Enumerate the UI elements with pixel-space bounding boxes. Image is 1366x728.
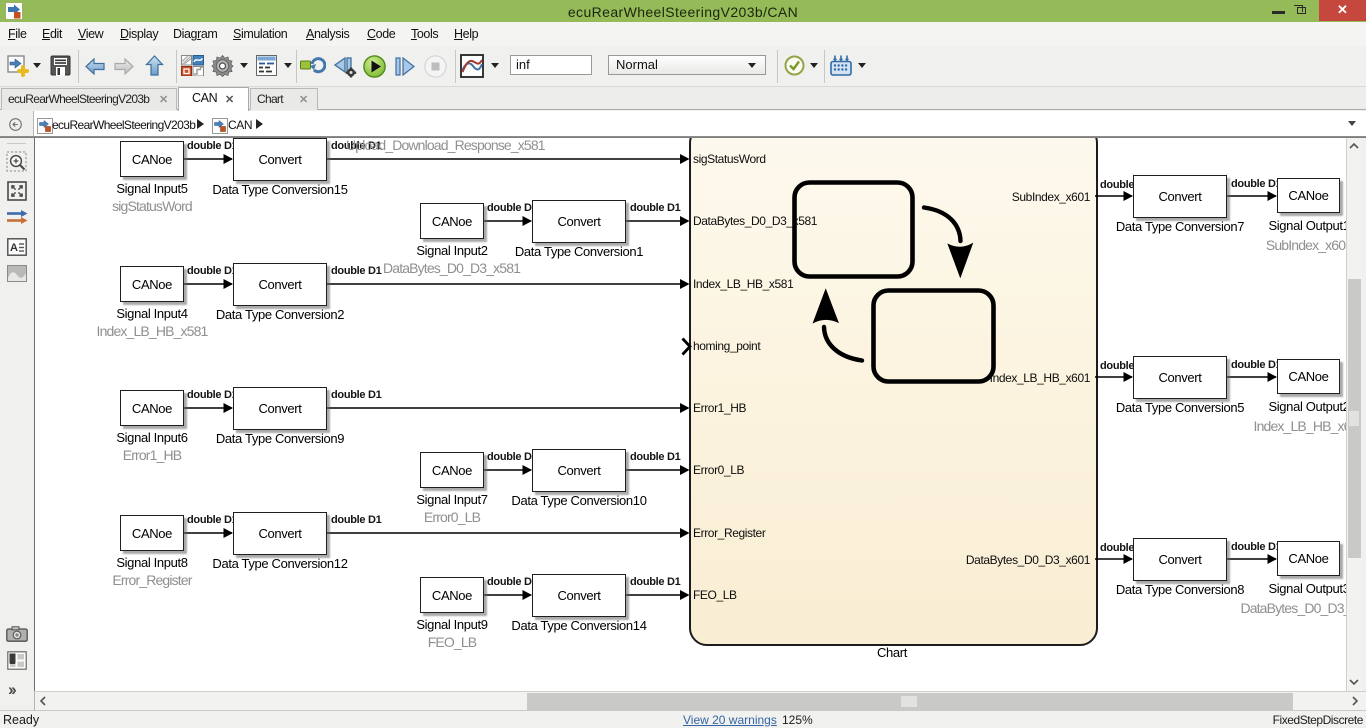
svg-text:A: A [10, 242, 18, 254]
